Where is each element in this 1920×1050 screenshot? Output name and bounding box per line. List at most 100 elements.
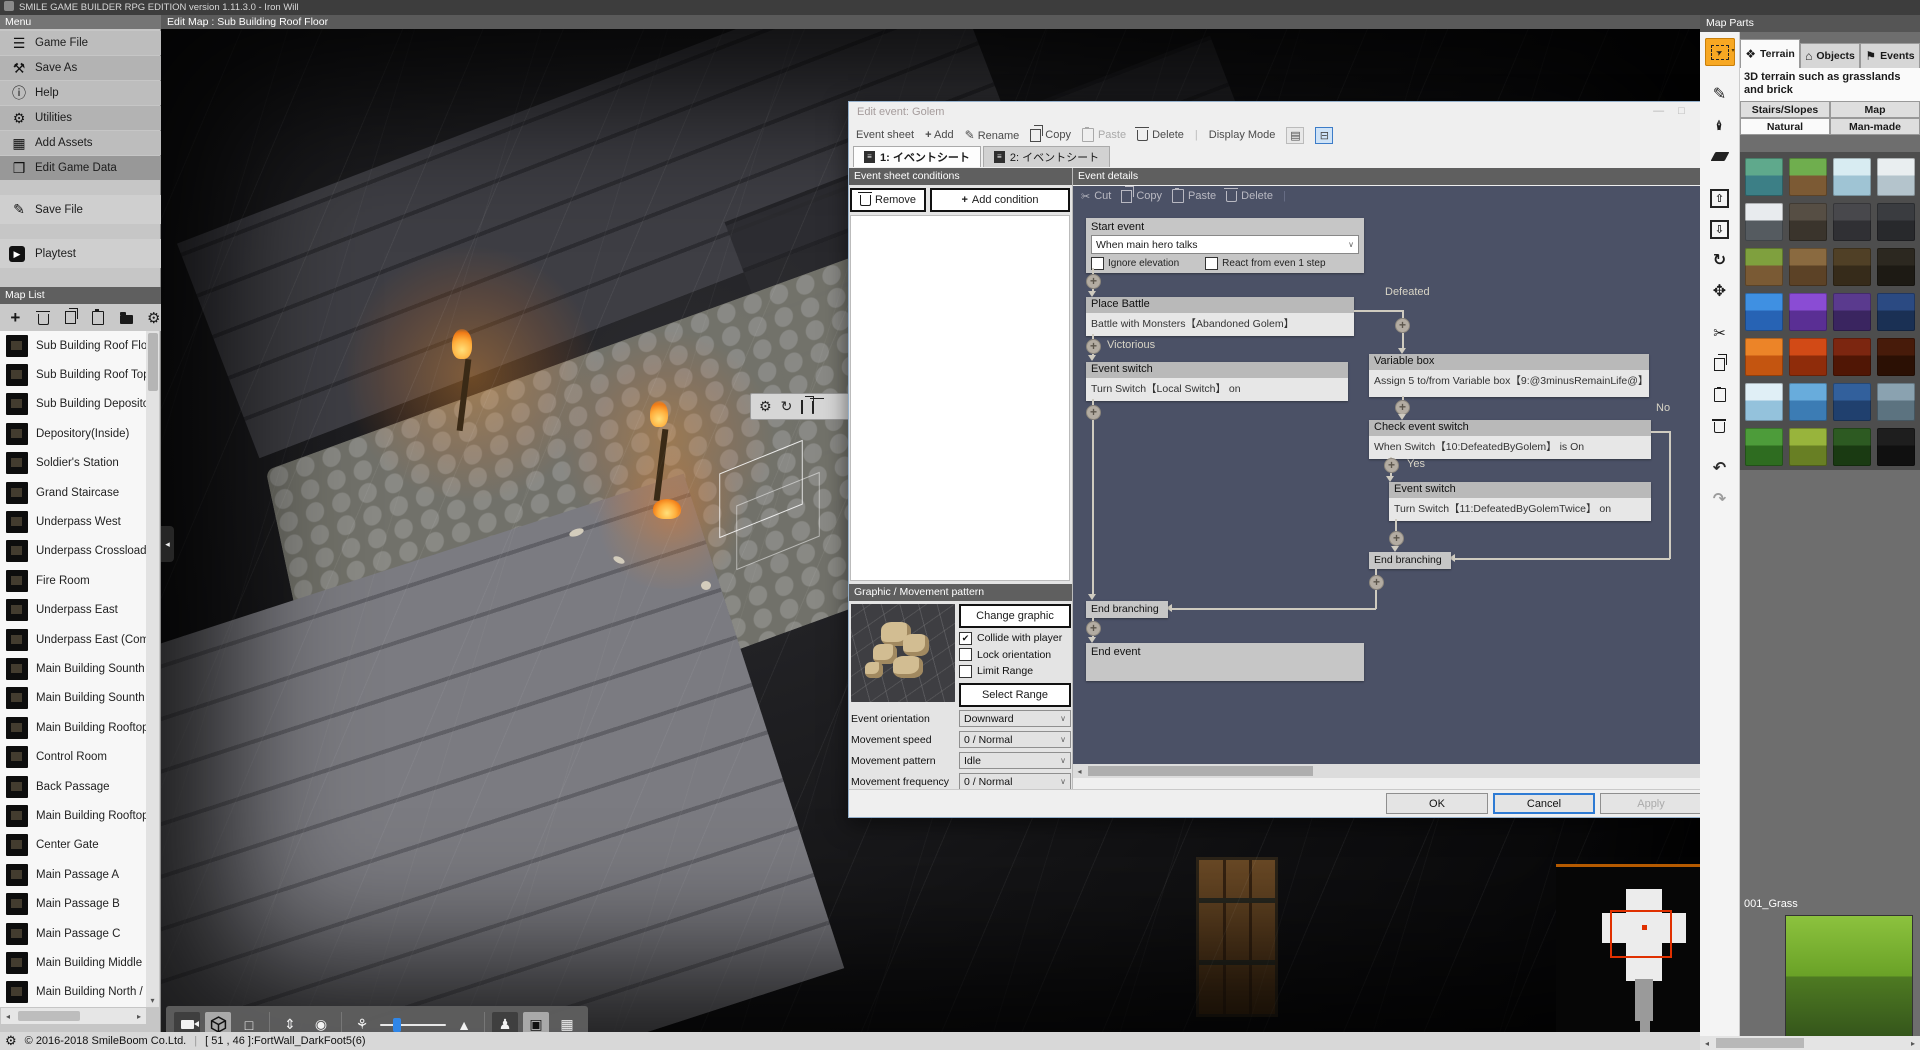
event-sheet-tab-2[interactable]: ≡2: イベントシート (983, 146, 1110, 167)
apply-button[interactable]: Apply (1600, 793, 1702, 814)
map-settings-icon[interactable]: ⚙ (146, 310, 161, 326)
map-list-item[interactable]: Underpass East (Coml (0, 625, 146, 654)
map-list-item[interactable]: Grand Staircase (0, 478, 146, 507)
insert-command-button[interactable] (1395, 400, 1410, 415)
map-list-item[interactable]: Sub Building Roof Floo (0, 331, 146, 360)
graphic-preview[interactable] (851, 604, 955, 702)
event-delete-icon[interactable] (812, 401, 814, 413)
flow-node-event-switch-twice[interactable]: Event switch Turn Switch【11:DefeatedByGo… (1389, 482, 1651, 521)
terrain-tile[interactable] (1742, 244, 1786, 289)
event-settings-icon[interactable]: ⚙ (759, 398, 772, 415)
terrain-tile[interactable] (1786, 244, 1830, 289)
flat-view-square-icon[interactable]: □ (236, 1012, 262, 1033)
3d-view-cube-icon[interactable] (205, 1012, 231, 1033)
add-map-icon[interactable]: + (8, 310, 23, 326)
terrain-tile[interactable] (1742, 154, 1786, 199)
map-parts-tab[interactable]: ⚑ Events (1860, 43, 1920, 68)
checkbox-icon[interactable] (959, 648, 972, 661)
select-range-button[interactable]: Select Range (959, 683, 1071, 707)
delete-tool-icon[interactable] (1705, 412, 1735, 440)
sidebar-collapse-handle[interactable]: ◂ (161, 526, 174, 562)
fit-view-icon[interactable]: ▣ (523, 1012, 549, 1033)
copy-sheet-button[interactable]: Copy (1030, 129, 1071, 142)
add-sheet-button[interactable]: + Add (925, 129, 953, 141)
terrain-tile[interactable] (1874, 199, 1918, 244)
event-flow-canvas[interactable]: Start event When main hero talks ∨ Ignor… (1073, 206, 1704, 764)
event-rotate-icon[interactable]: ↻ (781, 398, 793, 415)
dialog-titlebar[interactable]: Edit event: Golem — □ ✕ (849, 102, 1714, 124)
slider-thumb[interactable] (393, 1018, 401, 1032)
cut-command-button[interactable]: ✂Cut (1081, 190, 1111, 203)
paste-command-button[interactable]: Paste (1172, 189, 1216, 203)
scroll-left-icon[interactable]: ◂ (1700, 1039, 1714, 1048)
terrain-tile[interactable] (1830, 199, 1874, 244)
map-list-item[interactable]: Underpass East (0, 596, 146, 625)
flow-node-place-battle[interactable]: Place Battle Battle with Monsters【Abando… (1086, 297, 1354, 336)
map-list-item[interactable]: Main Passage A (0, 860, 146, 889)
terrain-tile[interactable] (1874, 379, 1918, 424)
map-list-item[interactable]: Main Building Rooftop (0, 801, 146, 830)
select-tool-icon[interactable] (1705, 38, 1735, 66)
map-list-item[interactable]: Fire Room (0, 566, 146, 595)
ok-button[interactable]: OK (1386, 793, 1488, 814)
cancel-button[interactable]: Cancel (1493, 793, 1595, 814)
menu-item[interactable]: ☰ Game File (0, 31, 161, 55)
add-condition-button[interactable]: +Add condition (930, 188, 1070, 212)
copy-map-icon[interactable] (63, 310, 78, 326)
undo-icon[interactable] (1705, 454, 1735, 482)
terrain-tile[interactable] (1786, 199, 1830, 244)
subcategory-tab[interactable]: Man-made (1830, 118, 1920, 135)
fill-tool-icon[interactable] (1705, 111, 1735, 139)
subcategory-tab[interactable]: Natural (1740, 118, 1830, 135)
map-list-item[interactable]: Underpass Crossload (0, 537, 146, 566)
terrain-tile[interactable] (1874, 244, 1918, 289)
flow-node-variable-box[interactable]: Variable box Assign 5 to/from Variable b… (1369, 354, 1649, 397)
flow-node-start-event[interactable]: Start event When main hero talks ∨ Ignor… (1086, 218, 1364, 273)
zoom-slider[interactable] (380, 1012, 446, 1033)
map-parts-horizontal-scrollbar[interactable]: ◂ ▸ (1700, 1036, 1920, 1050)
menu-item[interactable]: ▶ Playtest (0, 239, 161, 268)
limit-range-checkbox[interactable]: Limit Range (959, 665, 1071, 678)
conditions-list[interactable] (850, 215, 1070, 581)
map-list-item[interactable]: Underpass West (0, 507, 146, 536)
delete-command-button[interactable]: Delete (1226, 190, 1273, 202)
dialog-maximize-icon[interactable]: □ (1678, 105, 1685, 118)
scrollbar-thumb[interactable] (148, 333, 158, 391)
map-parts-tab[interactable]: ⌂ Objects (1800, 43, 1860, 68)
flow-node-end-event[interactable]: End event (1086, 643, 1364, 681)
collide-with-player-checkbox[interactable]: ✔ Collide with player (959, 632, 1071, 645)
terrain-tile[interactable] (1830, 289, 1874, 334)
map-list-item[interactable]: Sub Building Roof Top (0, 360, 146, 389)
eraser-tool-icon[interactable] (1705, 142, 1735, 170)
flow-node-end-branching[interactable]: End branching (1086, 601, 1168, 618)
map-list-item[interactable]: Main Building Middle (0, 948, 146, 977)
map-list-item[interactable]: Main Passage C (0, 919, 146, 948)
trigger-dropdown[interactable]: When main hero talks ∨ (1091, 235, 1359, 254)
map-list-item[interactable]: Center Gate (0, 831, 146, 860)
pen-tool-icon[interactable] (1705, 80, 1735, 108)
minimap[interactable] (1556, 864, 1700, 1032)
paste-tool-icon[interactable] (1705, 381, 1735, 409)
terrain-tile[interactable] (1830, 244, 1874, 289)
remove-condition-button[interactable]: Remove (850, 188, 926, 212)
tab-map[interactable]: Map (1830, 101, 1920, 118)
copy-command-button[interactable]: Copy (1121, 190, 1162, 203)
menu-item[interactable]: ⚙ Utilities (0, 106, 161, 130)
map-parts-tab[interactable]: ❖ Terrain (1740, 39, 1800, 68)
terrain-tile[interactable] (1830, 334, 1874, 379)
scrollbar-thumb[interactable] (1716, 1038, 1804, 1048)
scroll-right-icon[interactable]: ▸ (1906, 1039, 1920, 1048)
delete-sheet-button[interactable]: Delete (1137, 129, 1184, 141)
event-sheet-tab-1[interactable]: ≡1: イベントシート (853, 146, 981, 167)
setting-dropdown[interactable]: Downward ∨ (959, 710, 1071, 727)
terrain-tile[interactable] (1786, 424, 1830, 469)
terrain-tile[interactable] (1830, 154, 1874, 199)
terrain-tile[interactable] (1874, 334, 1918, 379)
map-list-item[interactable]: Main Building North / (0, 978, 146, 1007)
map-list-item[interactable]: Sub Building Deposito (0, 390, 146, 419)
terrain-tile[interactable] (1874, 289, 1918, 334)
insert-command-button[interactable] (1369, 575, 1384, 590)
ignore-elevation-checkbox[interactable]: Ignore elevation (1091, 257, 1179, 270)
map-list-horizontal-scrollbar[interactable]: ◂ ▸ (1, 1008, 146, 1024)
lock-orientation-checkbox[interactable]: Lock orientation (959, 648, 1071, 661)
